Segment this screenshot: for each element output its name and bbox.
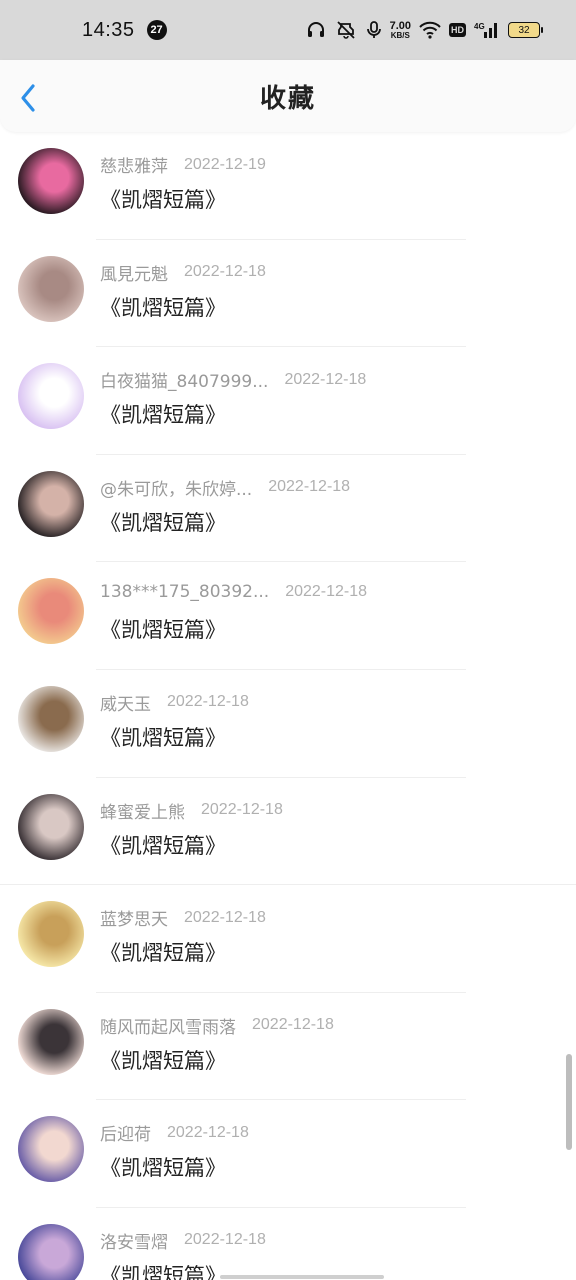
book-title[interactable]: 《凯熠短篇》 xyxy=(100,292,226,322)
user-avatar[interactable] xyxy=(18,470,84,537)
item-meta: 威天玉 2022-12-18 xyxy=(100,690,249,715)
hd-voice-icon: HD xyxy=(449,23,466,37)
favorite-date: 2022-12-18 xyxy=(167,1123,249,1141)
user-avatar[interactable] xyxy=(18,148,84,214)
favorite-list-item[interactable]: 白夜猫猫_8407999... 2022-12-18 《凯熠短篇》 xyxy=(0,347,576,455)
book-title[interactable]: 《凯熠短篇》 xyxy=(100,937,226,967)
user-avatar[interactable] xyxy=(18,578,84,645)
headphones-icon xyxy=(306,20,326,40)
user-name[interactable]: 洛安雪熠 xyxy=(100,1228,168,1253)
user-name[interactable]: 蜂蜜爱上熊 xyxy=(100,798,185,823)
page-title: 收藏 xyxy=(259,83,316,114)
favorite-list-item[interactable]: 后迎荷 2022-12-18 《凯熠短篇》 xyxy=(0,1100,576,1208)
network-speed-unit: KB/S xyxy=(390,30,410,40)
item-meta: 風見元魁 2022-12-18 xyxy=(100,260,266,285)
status-bar: 14:35 27 7.00 KB/S HD 4G 32 xyxy=(0,0,576,60)
user-name[interactable]: 風見元魁 xyxy=(100,260,168,285)
favorite-date: 2022-12-18 xyxy=(184,263,266,281)
item-meta: @朱可欣，朱欣婷... 2022-12-18 xyxy=(100,475,350,500)
status-icons: 7.00 KB/S HD 4G 32 xyxy=(306,19,543,40)
item-meta: 白夜猫猫_8407999... 2022-12-18 xyxy=(100,367,367,393)
user-avatar[interactable] xyxy=(18,1116,84,1183)
favorite-date: 2022-12-18 xyxy=(184,1231,266,1249)
scrollbar[interactable] xyxy=(566,1054,572,1150)
item-meta: 138***175_80392... 2022-12-18 xyxy=(100,582,367,602)
user-avatar[interactable] xyxy=(18,363,84,430)
favorite-list-item[interactable]: @朱可欣，朱欣婷... 2022-12-18 《凯熠短篇》 xyxy=(0,455,576,563)
book-title[interactable]: 《凯熠短篇》 xyxy=(100,722,226,752)
book-title[interactable]: 《凯熠短篇》 xyxy=(100,399,226,429)
favorite-list-item[interactable]: 蜂蜜爱上熊 2022-12-18 《凯熠短篇》 xyxy=(0,778,576,886)
favorite-list-item[interactable]: 138***175_80392... 2022-12-18 《凯熠短篇》 xyxy=(0,562,576,670)
user-name[interactable]: 随风而起风雪雨落 xyxy=(100,1013,236,1038)
user-name[interactable]: 慈悲雅萍 xyxy=(100,152,168,177)
cellular-signal-icon: 4G xyxy=(474,20,500,40)
book-title[interactable]: 《凯熠短篇》 xyxy=(100,830,226,860)
favorite-date: 2022-12-18 xyxy=(252,1016,334,1034)
favorite-list-item[interactable]: 洛安雪熠 2022-12-18 《凯熠短篇》 xyxy=(0,1208,576,1280)
user-avatar[interactable] xyxy=(18,685,84,752)
book-title[interactable]: 《凯熠短篇》 xyxy=(100,1152,226,1182)
user-avatar[interactable] xyxy=(18,901,84,968)
book-title[interactable]: 《凯熠短篇》 xyxy=(100,614,226,644)
user-avatar[interactable] xyxy=(18,793,84,860)
app-header: 收藏 xyxy=(0,60,576,132)
user-avatar[interactable] xyxy=(18,1223,84,1280)
book-title[interactable]: 《凯熠短篇》 xyxy=(100,1045,226,1075)
signal-type-label: 4G xyxy=(474,22,485,31)
user-name[interactable]: @朱可欣，朱欣婷... xyxy=(100,475,252,500)
item-meta: 洛安雪熠 2022-12-18 xyxy=(100,1228,266,1253)
favorite-date: 2022-12-18 xyxy=(184,908,266,926)
favorite-list-item[interactable]: 風見元魁 2022-12-18 《凯熠短篇》 xyxy=(0,240,576,348)
user-avatar[interactable] xyxy=(18,255,84,322)
user-name[interactable]: 蓝梦思天 xyxy=(100,905,168,930)
microphone-icon xyxy=(366,20,382,40)
favorite-date: 2022-12-18 xyxy=(285,583,368,601)
user-avatar[interactable] xyxy=(18,1008,84,1075)
item-meta: 蜂蜜爱上熊 2022-12-18 xyxy=(100,798,283,823)
user-name[interactable]: 威天玉 xyxy=(100,690,151,715)
battery-icon: 32 xyxy=(508,22,543,38)
book-title[interactable]: 《凯熠短篇》 xyxy=(100,184,226,214)
user-name[interactable]: 白夜猫猫_8407999... xyxy=(100,367,268,392)
book-title[interactable]: 《凯熠短篇》 xyxy=(100,1260,226,1280)
favorite-date: 2022-12-18 xyxy=(268,478,351,496)
user-name[interactable]: 138***175_80392... xyxy=(100,582,269,602)
favorite-list-item[interactable]: 威天玉 2022-12-18 《凯熠短篇》 xyxy=(0,670,576,778)
network-speed-value: 7.00 xyxy=(389,19,411,32)
status-time: 14:35 xyxy=(82,18,135,41)
favorite-date: 2022-12-18 xyxy=(201,801,283,819)
book-title[interactable]: 《凯熠短篇》 xyxy=(100,507,226,537)
network-speed: 7.00 KB/S xyxy=(389,19,411,40)
favorite-list-item[interactable]: 随风而起风雪雨落 2022-12-18 《凯熠短篇》 xyxy=(0,993,576,1101)
favorite-date: 2022-12-18 xyxy=(284,370,367,388)
item-meta: 蓝梦思天 2022-12-18 xyxy=(100,905,266,931)
back-button[interactable] xyxy=(18,82,46,114)
favorite-list-item[interactable]: 蓝梦思天 2022-12-18 《凯熠短篇》 xyxy=(0,885,576,993)
user-name[interactable]: 后迎荷 xyxy=(100,1120,151,1145)
wifi-icon xyxy=(419,21,441,39)
favorite-list-item[interactable]: 慈悲雅萍 2022-12-19 《凯熠短篇》 xyxy=(0,132,576,240)
favorites-list: 慈悲雅萍 2022-12-19 《凯熠短篇》 風見元魁 2022-12-18 《凯熠短篇》… xyxy=(0,132,576,1280)
home-indicator[interactable] xyxy=(220,1275,384,1279)
notification-count-badge: 27 xyxy=(146,20,167,40)
vibrate-mute-icon xyxy=(334,20,358,40)
item-meta: 后迎荷 2022-12-18 xyxy=(100,1120,249,1146)
item-meta: 随风而起风雪雨落 2022-12-18 xyxy=(100,1013,334,1038)
item-meta: 慈悲雅萍 2022-12-19 xyxy=(100,152,266,178)
favorite-date: 2022-12-19 xyxy=(184,155,266,173)
favorite-date: 2022-12-18 xyxy=(167,693,249,711)
chevron-left-icon xyxy=(21,84,35,112)
